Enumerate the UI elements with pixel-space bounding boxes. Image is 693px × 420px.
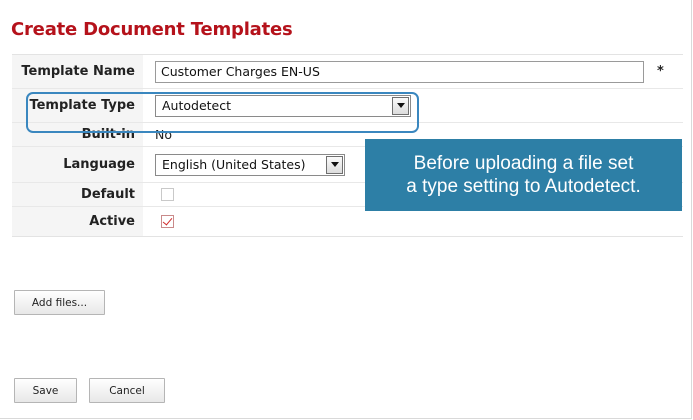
template-name-label: Template Name bbox=[12, 55, 143, 88]
template-name-input[interactable] bbox=[155, 60, 644, 83]
active-checkbox[interactable] bbox=[161, 215, 174, 228]
page-title: Create Document Templates bbox=[11, 19, 293, 40]
language-select[interactable]: English (United States) bbox=[155, 153, 345, 176]
callout-line-2: a type setting to Autodetect. bbox=[406, 176, 641, 197]
active-cell bbox=[143, 215, 174, 228]
template-type-select[interactable]: Autodetect bbox=[155, 94, 411, 117]
default-cell bbox=[143, 188, 174, 201]
row-template-name: Template Name * bbox=[12, 55, 683, 89]
template-type-label: Template Type bbox=[12, 89, 143, 122]
save-button[interactable]: Save bbox=[14, 378, 77, 403]
default-label: Default bbox=[12, 183, 143, 206]
built-in-label: Built-in bbox=[12, 123, 143, 146]
add-files-button[interactable]: Add files... bbox=[14, 290, 105, 315]
tooltip-callout: Before uploading a file set a type setti… bbox=[365, 139, 682, 211]
check-icon bbox=[162, 215, 173, 226]
callout-line-1: Before uploading a file set bbox=[413, 153, 634, 174]
language-label: Language bbox=[12, 147, 143, 182]
chevron-down-icon[interactable] bbox=[326, 155, 343, 174]
row-template-type: Template Type Autodetect bbox=[12, 89, 683, 123]
language-cell: English (United States) bbox=[143, 153, 345, 176]
active-label: Active bbox=[12, 207, 143, 236]
chevron-down-icon[interactable] bbox=[392, 96, 409, 115]
template-type-cell: Autodetect bbox=[143, 94, 411, 117]
row-active: Active bbox=[12, 207, 683, 236]
cancel-button[interactable]: Cancel bbox=[89, 378, 165, 403]
default-checkbox[interactable] bbox=[161, 188, 174, 201]
built-in-cell: No bbox=[143, 127, 172, 142]
template-type-value: Autodetect bbox=[162, 98, 232, 113]
template-name-cell: * bbox=[143, 60, 664, 83]
language-value: English (United States) bbox=[162, 157, 306, 172]
built-in-value: No bbox=[155, 127, 172, 142]
required-marker: * bbox=[657, 64, 664, 79]
